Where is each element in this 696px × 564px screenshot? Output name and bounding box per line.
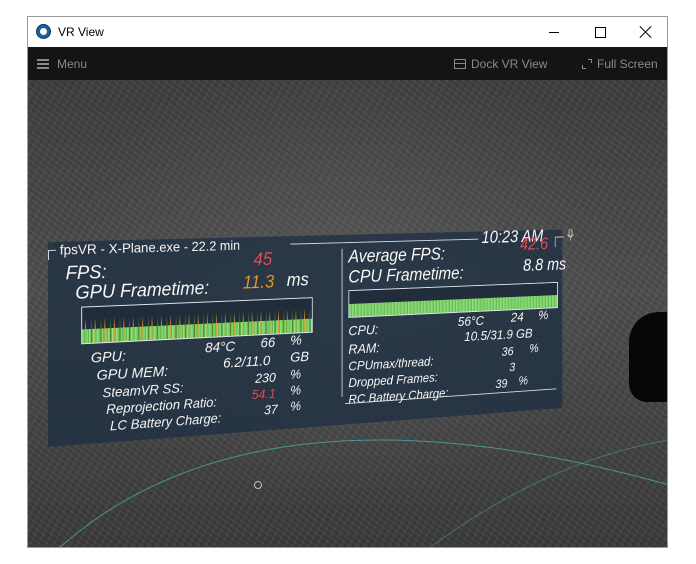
average-fps-value: 42.6 bbox=[520, 235, 549, 255]
full-screen-button[interactable]: Full Screen bbox=[582, 57, 658, 71]
steamvr-ss-pct: % bbox=[290, 366, 302, 382]
fullscreen-label: Full Screen bbox=[597, 57, 658, 71]
cpumax-thread-value: 36 bbox=[501, 343, 514, 359]
overlay-frame bbox=[341, 248, 343, 397]
overlay-frame bbox=[554, 236, 564, 238]
close-icon bbox=[640, 26, 652, 38]
gpu-frametime-unit: ms bbox=[286, 270, 309, 291]
lc-battery-pct: % bbox=[290, 397, 302, 414]
gpu-label: GPU: bbox=[90, 347, 126, 367]
overlay-frame bbox=[48, 249, 56, 251]
minimize-button[interactable] bbox=[531, 17, 577, 47]
window-title: VR View bbox=[58, 25, 104, 39]
steamvr-ss-value: 230 bbox=[255, 369, 276, 386]
reprojection-ratio-value: 54.1 bbox=[251, 385, 276, 403]
title-bar[interactable]: VR View bbox=[28, 17, 667, 47]
overlay-frame bbox=[48, 249, 49, 260]
dropped-frames-value: 3 bbox=[509, 359, 516, 374]
dark-object bbox=[629, 312, 667, 402]
microphone-icon bbox=[567, 229, 574, 241]
cpu-temp: 56°C bbox=[457, 313, 485, 330]
menu-label: Menu bbox=[57, 57, 88, 71]
gpu-load: 66 bbox=[260, 334, 276, 352]
cpu-load: 24 bbox=[510, 309, 524, 326]
cpumax-thread-pct: % bbox=[529, 340, 539, 356]
minimize-icon bbox=[549, 31, 559, 33]
ram-label: RAM: bbox=[348, 340, 380, 358]
cpu-frametime-value: 8.8 ms bbox=[523, 255, 567, 276]
overlay-frame bbox=[554, 236, 556, 248]
gpu-frametime-value: 11.3 bbox=[242, 272, 275, 294]
gpu-temp: 84°C bbox=[205, 338, 236, 357]
vr-cursor bbox=[254, 481, 262, 489]
vr-view-window: VR View Menu Dock VR View Full Screen fp… bbox=[27, 16, 668, 548]
menu-button[interactable]: Menu bbox=[37, 57, 87, 71]
fps-value: 45 bbox=[253, 249, 273, 271]
vr-view-toolbar: Menu Dock VR View Full Screen bbox=[28, 47, 667, 80]
lc-battery-value: 37 bbox=[264, 401, 278, 418]
rc-battery-pct: % bbox=[518, 372, 529, 388]
dock-label: Dock VR View bbox=[471, 57, 548, 71]
hamburger-icon bbox=[37, 59, 49, 69]
cpu-load-pct: % bbox=[538, 307, 549, 324]
steamvr-icon bbox=[36, 24, 51, 39]
cpu-label: CPU: bbox=[348, 322, 379, 340]
gpu-mem-value: 6.2/11.0 bbox=[223, 352, 271, 372]
fullscreen-icon bbox=[582, 59, 592, 69]
gpu-load-pct: % bbox=[290, 332, 302, 349]
vr-viewport[interactable]: fpsVR - X-Plane.exe - 22.2 min 10:23 AM … bbox=[28, 80, 667, 547]
dock-vr-view-button[interactable]: Dock VR View bbox=[454, 57, 547, 71]
dock-icon bbox=[454, 59, 466, 69]
maximize-icon bbox=[594, 26, 606, 38]
reprojection-ratio-pct: % bbox=[290, 381, 302, 398]
maximize-button[interactable] bbox=[577, 17, 623, 47]
gb-unit: GB bbox=[290, 348, 310, 366]
close-button[interactable] bbox=[623, 17, 667, 47]
rc-battery-value: 39 bbox=[495, 375, 508, 391]
